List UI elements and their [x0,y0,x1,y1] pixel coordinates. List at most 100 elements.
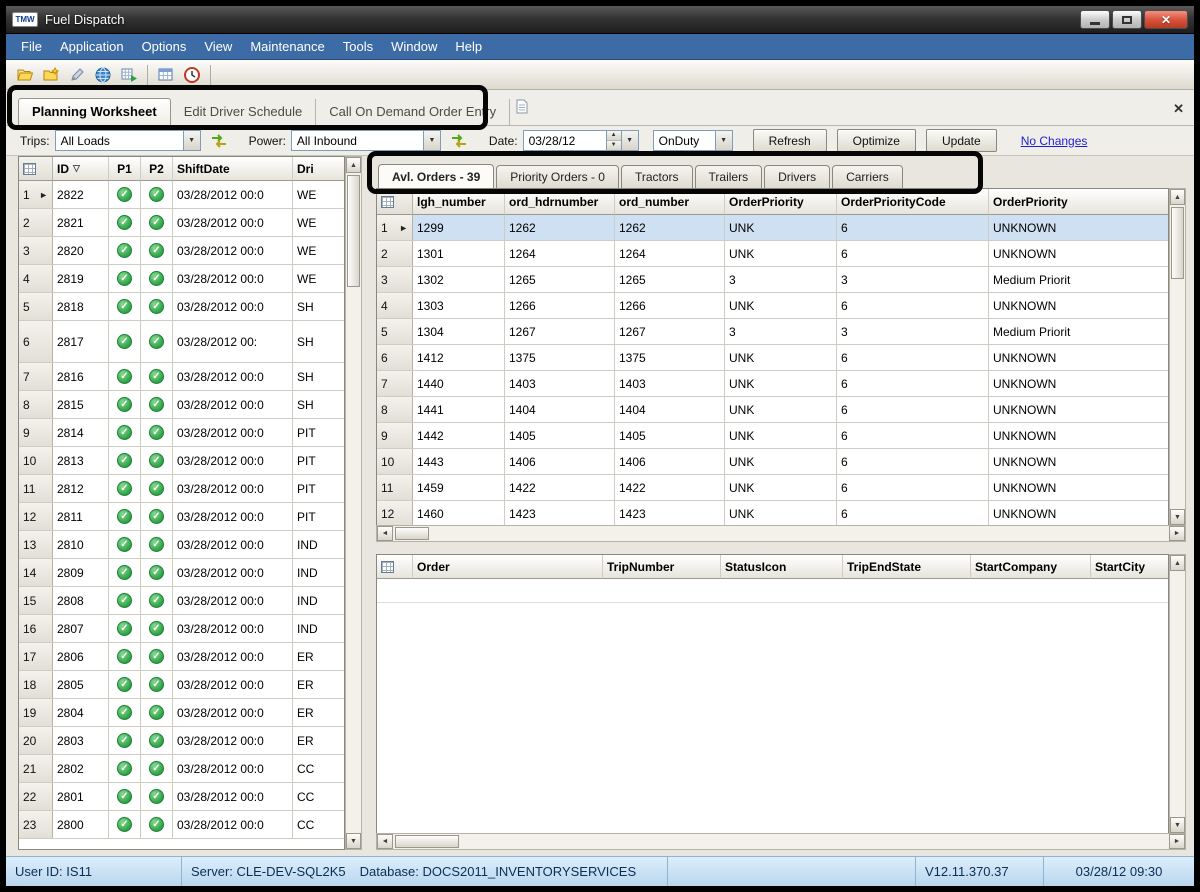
close-button[interactable]: ✕ [1144,10,1188,29]
row-number-cell[interactable]: 5 [377,319,413,344]
duty-select[interactable]: OnDuty ▼ [653,130,733,151]
row-number-cell[interactable]: 8 [377,397,413,422]
row-number-cell[interactable]: 23 [19,811,53,838]
column-header-tripnumber[interactable]: TripNumber [603,555,721,579]
order-row[interactable]: 1►129912621262UNK6UNKNOWN [377,215,1168,241]
shift-grid-row[interactable]: 20280303/28/2012 00:0ER [19,727,344,755]
scroll-down-button[interactable]: ▼ [346,833,361,849]
shift-grid-scrollbar[interactable]: ▲ ▼ [345,156,362,850]
scroll-track[interactable] [1170,571,1185,817]
order-row[interactable]: 12146014231423UNK6UNKNOWN [377,501,1168,525]
shift-grid-row[interactable]: 9281403/28/2012 00:0PIT [19,419,344,447]
open-button[interactable] [12,63,38,87]
menu-item-application[interactable]: Application [51,34,133,60]
shift-grid-row[interactable]: 4281903/28/2012 00:0WE [19,265,344,293]
row-number-cell[interactable]: 10 [19,447,53,474]
scroll-up-button[interactable]: ▲ [1170,555,1185,571]
web-button[interactable] [90,63,116,87]
column-header-orderpriority[interactable]: OrderPriority [725,189,837,215]
shift-grid-row[interactable]: 8281503/28/2012 00:0SH [19,391,344,419]
select-all-cell[interactable] [377,189,413,215]
doc-tab-planning-worksheet[interactable]: Planning Worksheet [18,98,171,125]
row-number-cell[interactable]: 6 [377,345,413,370]
doc-tab-call-on-demand-order-entry[interactable]: Call On Demand Order Entry [316,99,510,125]
order-row[interactable]: 513041267126733Medium Priorit [377,319,1168,345]
shift-grid-row[interactable]: 17280603/28/2012 00:0ER [19,643,344,671]
doc-tab-edit-driver-schedule[interactable]: Edit Driver Schedule [171,99,317,125]
row-number-cell[interactable]: 3 [19,237,53,264]
column-header-tripendstate[interactable]: TripEndState [843,555,971,579]
tab-drivers[interactable]: Drivers [764,165,830,188]
shift-grid-row[interactable]: 11281203/28/2012 00:0PIT [19,475,344,503]
tab-priority-orders-0[interactable]: Priority Orders - 0 [496,165,619,188]
date-field[interactable]: 03/28/12 ▲ ▼ ▼ [523,130,639,151]
shift-grid-row[interactable]: 23280003/28/2012 00:0CC [19,811,344,839]
order-row[interactable]: 8144114041404UNK6UNKNOWN [377,397,1168,423]
row-number-cell[interactable]: 11 [377,475,413,500]
column-header-orderprioritycode[interactable]: OrderPriorityCode [837,189,989,215]
tab-tractors[interactable]: Tractors [621,165,693,188]
trips-filter-button[interactable] [207,130,231,152]
close-view-button[interactable]: ✕ [1173,101,1184,117]
scroll-left-button[interactable]: ◄ [377,834,393,849]
tab-carriers[interactable]: Carriers [832,165,903,188]
row-number-cell[interactable]: 13 [19,531,53,558]
row-number-cell[interactable]: 15 [19,587,53,614]
row-number-cell[interactable]: 4 [377,293,413,318]
row-number-cell[interactable]: 1► [19,181,53,208]
shift-grid-row[interactable]: 18280503/28/2012 00:0ER [19,671,344,699]
shift-grid-row[interactable]: 2282103/28/2012 00:0WE [19,209,344,237]
row-number-cell[interactable]: 9 [19,419,53,446]
scroll-thumb[interactable] [395,527,429,540]
trips-grid-scrollbar[interactable]: ▲ ▼ [1169,554,1186,834]
select-all-cell[interactable] [19,157,53,181]
date-dropdown-button[interactable]: ▼ [621,131,638,150]
orders-grid-scrollbar[interactable]: ▲ ▼ [1169,188,1186,526]
update-button[interactable]: Update [926,129,997,152]
schedule-button[interactable] [179,63,205,87]
row-number-cell[interactable]: 14 [19,559,53,586]
maximize-button[interactable] [1112,10,1142,29]
shift-grid-row[interactable]: 13281003/28/2012 00:0IND [19,531,344,559]
order-row[interactable]: 11145914221422UNK6UNKNOWN [377,475,1168,501]
select-all-cell[interactable] [377,555,413,579]
new-document-button[interactable] [38,63,64,87]
edit-button[interactable] [64,63,90,87]
row-number-cell[interactable]: 10 [377,449,413,474]
grid-view-button[interactable] [153,63,179,87]
menu-item-options[interactable]: Options [133,34,196,60]
column-header-lgh-number[interactable]: lgh_number [413,189,505,215]
shift-grid-row[interactable]: 22280103/28/2012 00:0CC [19,783,344,811]
row-number-cell[interactable]: 2 [19,209,53,236]
optimize-button[interactable]: Optimize [837,129,916,152]
scroll-thumb[interactable] [347,175,360,287]
column-header-startcity[interactable]: StartCity [1091,555,1168,579]
menu-item-window[interactable]: Window [382,34,446,60]
shift-grid-row[interactable]: 5281803/28/2012 00:0SH [19,293,344,321]
row-number-cell[interactable]: 2 [377,241,413,266]
row-number-cell[interactable]: 8 [19,391,53,418]
row-number-cell[interactable]: 7 [19,363,53,390]
shift-grid-row[interactable]: 19280403/28/2012 00:0ER [19,699,344,727]
trips-grid-hscrollbar[interactable]: ◄ ► [376,833,1186,850]
column-header-ord-hdrnumber[interactable]: ord_hdrnumber [505,189,615,215]
scroll-down-button[interactable]: ▼ [1170,509,1185,525]
scroll-track[interactable] [1170,205,1185,509]
spin-down-button[interactable]: ▼ [607,141,621,150]
scroll-track[interactable] [393,834,1169,849]
minimize-button[interactable] [1080,10,1110,29]
dropdown-arrow-icon[interactable]: ▼ [183,131,200,150]
menu-item-maintenance[interactable]: Maintenance [241,34,333,60]
menu-item-view[interactable]: View [195,34,241,60]
row-number-cell[interactable]: 19 [19,699,53,726]
row-number-cell[interactable]: 9 [377,423,413,448]
menu-item-file[interactable]: File [12,34,51,60]
shift-grid-row[interactable]: 12281103/28/2012 00:0PIT [19,503,344,531]
row-number-cell[interactable]: 11 [19,475,53,502]
scroll-left-button[interactable]: ◄ [377,526,393,541]
column-header-statusicon[interactable]: StatusIcon [721,555,843,579]
order-row[interactable]: 6141213751375UNK6UNKNOWN [377,345,1168,371]
scroll-track[interactable] [393,526,1169,541]
shift-grid-row[interactable]: 7281603/28/2012 00:0SH [19,363,344,391]
power-select[interactable]: All Inbound ▼ [291,130,441,151]
